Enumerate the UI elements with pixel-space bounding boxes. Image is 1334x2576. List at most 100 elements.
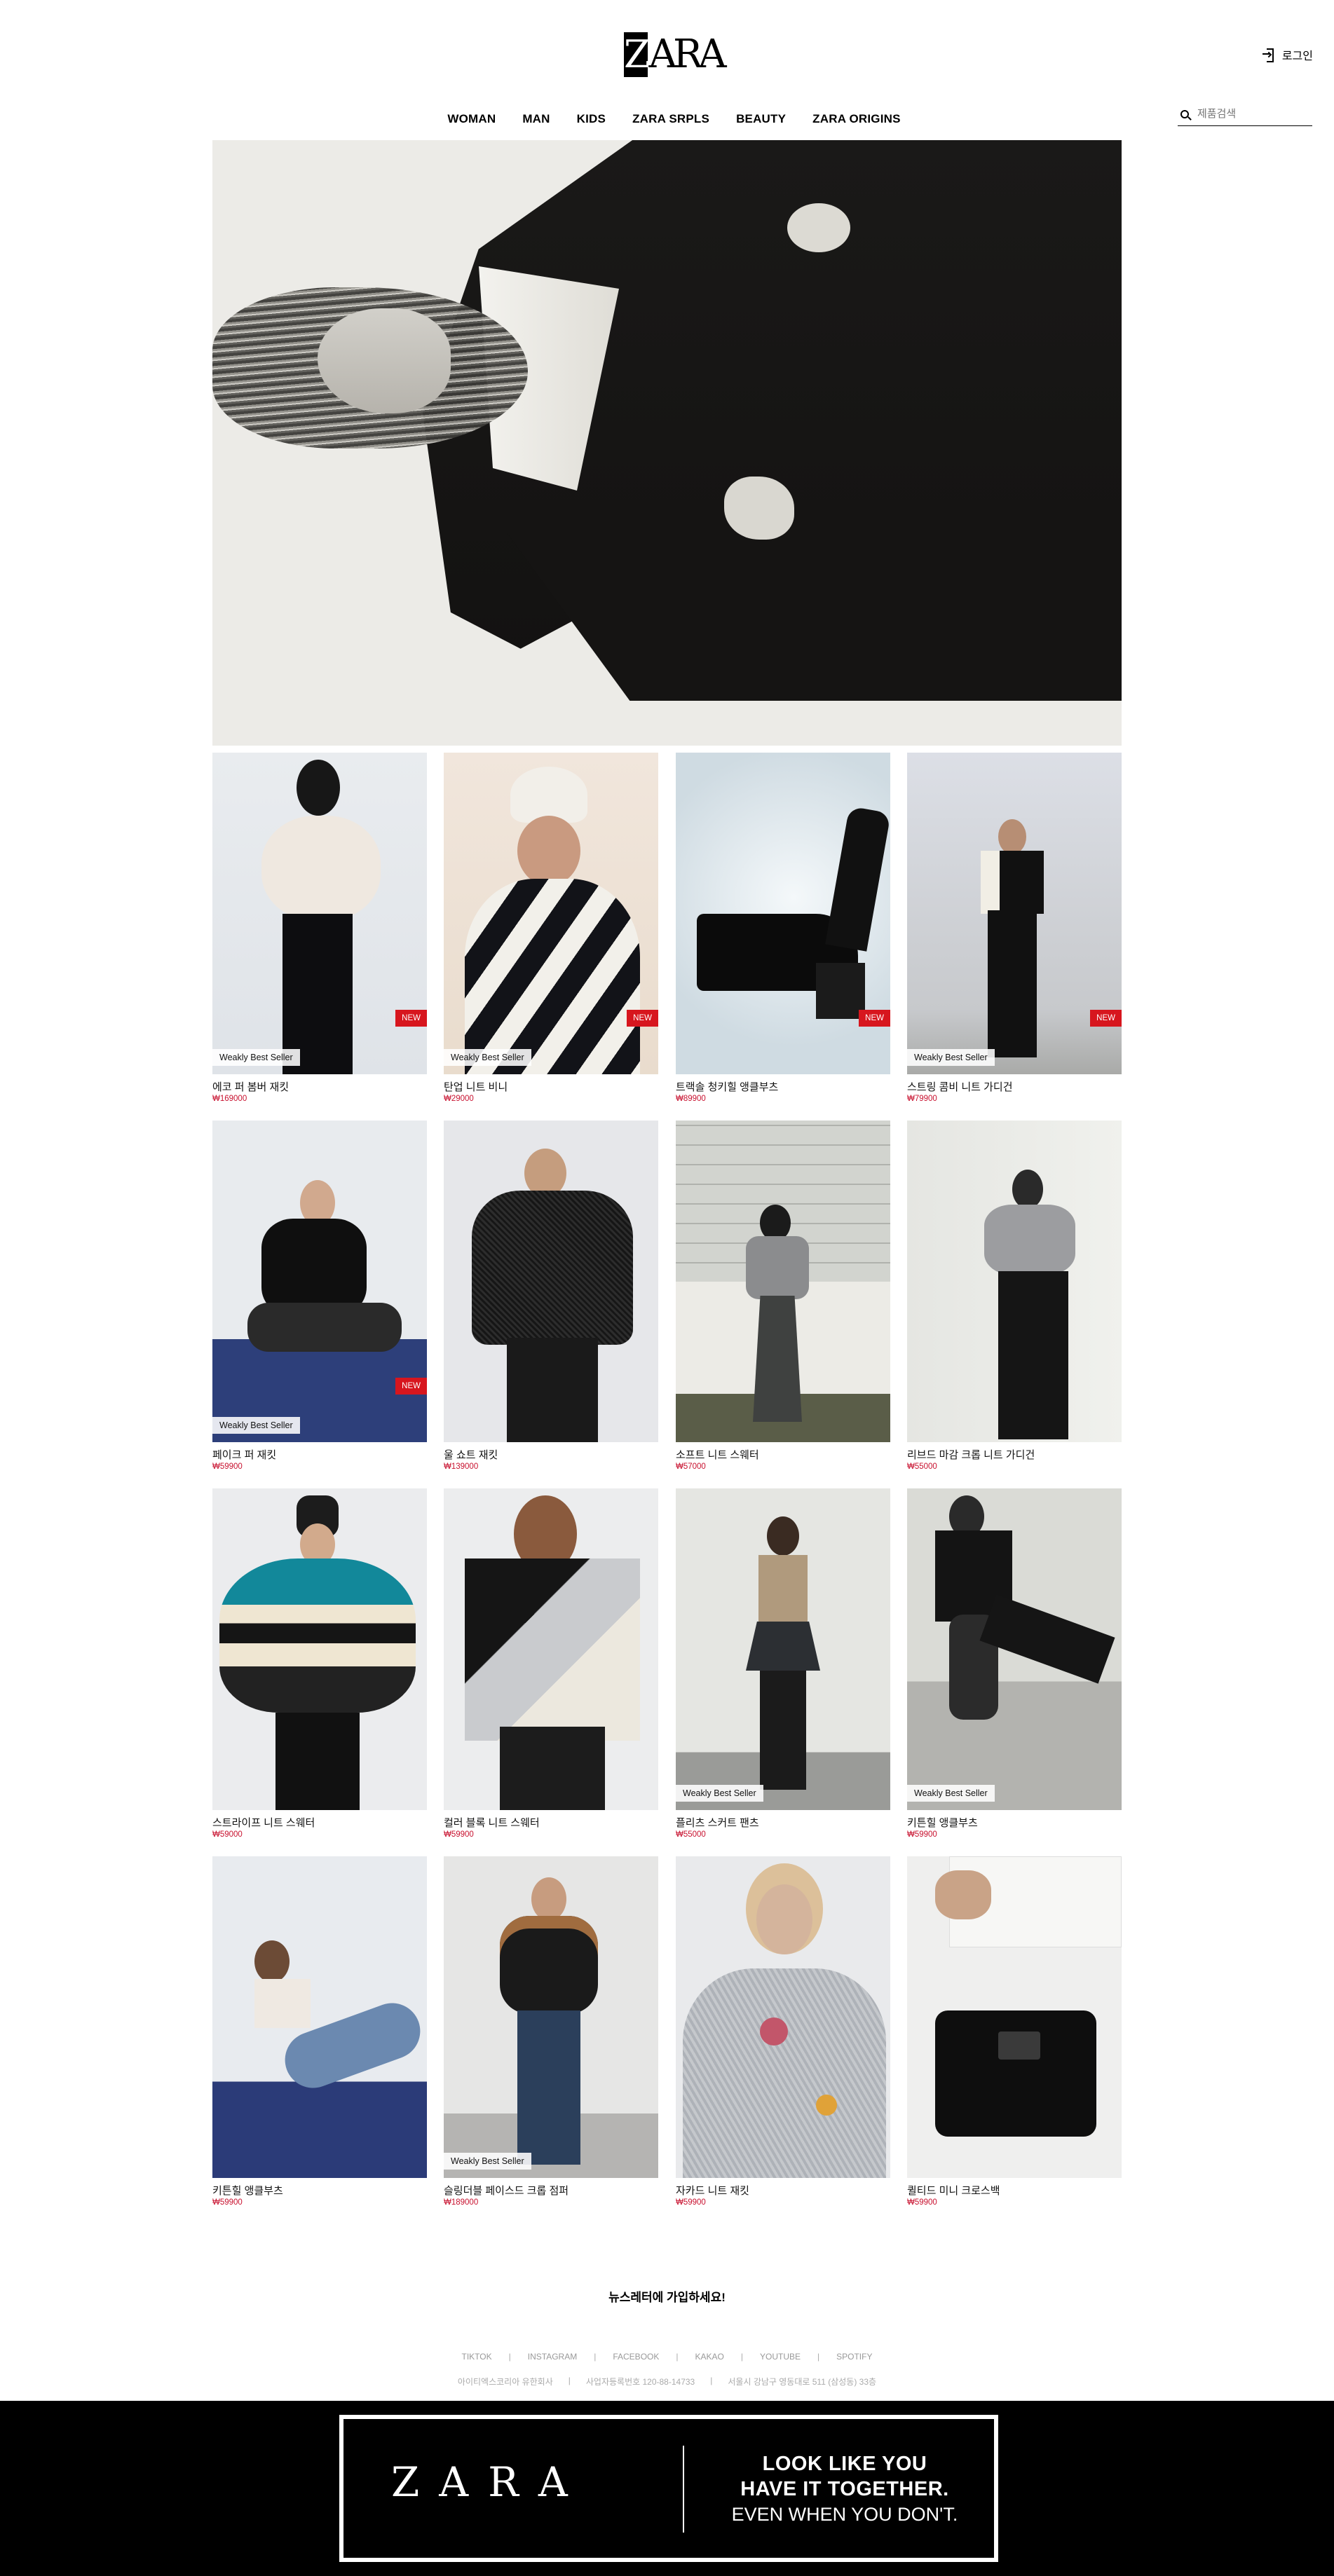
company-address: 서울시 강남구 영동대로 511 (삼성동) 33층 [728,2377,877,2387]
company-info: 아이티엑스코리아 유한회사 | 사업자등록번호 120-88-14733 | 서… [0,2376,1334,2387]
product-image: Weakly Best Seller [676,1488,890,1810]
new-badge: NEW [859,1010,890,1027]
product-price: ₩59900 [907,2198,937,2207]
nav-man[interactable]: MAN [522,112,550,126]
product-image [212,1856,427,2178]
product-price: ₩169000 [212,1095,247,1103]
product-name[interactable]: 페이크 퍼 재킷 [212,1447,276,1462]
nav-beauty[interactable]: BEAUTY [736,112,786,126]
social-youtube[interactable]: YOUTUBE [743,2352,817,2362]
product-price: ₩139000 [444,1462,479,1471]
product-card[interactable]: 자카드 니트 재킷 ₩59900 [676,1856,890,2221]
brand-banner[interactable]: ZARA LOOK LIKE YOU HAVE IT TOGETHER. EVE… [0,2401,1334,2576]
social-facebook[interactable]: FACEBOOK [596,2352,676,2362]
product-card[interactable]: 퀼티드 미니 크로스백 ₩59900 [907,1856,1122,2221]
nav-woman[interactable]: WOMAN [447,112,496,126]
nav-zara-origins[interactable]: ZARA ORIGINS [812,112,901,126]
social-instagram[interactable]: INSTAGRAM [511,2352,594,2362]
product-card[interactable]: 울 쇼트 재킷 ₩139000 [444,1121,658,1485]
slogan-line-2: HAVE IT TOGETHER. [740,2478,949,2500]
product-name[interactable]: 소프트 니트 스웨터 [676,1447,759,1462]
product-price: ₩89900 [676,1095,706,1103]
product-card[interactable]: Weakly Best Seller 키튼힐 앵클부츠 ₩59900 [907,1488,1122,1853]
product-card[interactable]: Weakly Best Seller NEW 스트링 콤비 니트 가디건 ₩79… [907,753,1122,1117]
product-card[interactable]: Weakly Best Seller 플리츠 스커트 팬츠 ₩55000 [676,1488,890,1853]
product-name[interactable]: 울 쇼트 재킷 [444,1447,498,1462]
product-name[interactable]: 컬러 블록 니트 스웨터 [444,1815,540,1830]
new-badge: NEW [1090,1010,1122,1027]
product-image [907,1121,1122,1442]
social-spotify[interactable]: SPOTIFY [819,2352,889,2362]
product-name[interactable]: 플리츠 스커트 팬츠 [676,1815,759,1830]
main-nav: WOMAN MAN KIDS ZARA SRPLS BEAUTY ZARA OR… [0,112,1334,126]
product-image [444,1121,658,1442]
product-name[interactable]: 퀼티드 미니 크로스백 [907,2183,1000,2198]
product-name[interactable]: 스트라이프 니트 스웨터 [212,1815,315,1830]
product-price: ₩55000 [907,1462,937,1471]
company-name: 아이티엑스코리아 유한회사 [457,2377,553,2387]
product-card[interactable]: 스트라이프 니트 스웨터 ₩59000 [212,1488,427,1853]
product-name[interactable]: 탄업 니트 비니 [444,1079,508,1094]
product-name[interactable]: 키튼힐 앵클부츠 [907,1815,978,1830]
social-tiktok[interactable]: TIKTOK [445,2352,509,2362]
login-label: 로그인 [1281,50,1313,62]
product-image: Weakly Best Seller [444,1856,658,2178]
product-price: ₩59900 [444,1830,474,1839]
logo-mark: Z [624,32,650,77]
product-image [212,1488,427,1810]
zara-logo[interactable]: Z ARA [624,31,727,78]
product-name[interactable]: 자카드 니트 재킷 [676,2183,749,2198]
banner-frame: ZARA LOOK LIKE YOU HAVE IT TOGETHER. EVE… [339,2415,998,2562]
login-icon [1262,48,1274,62]
product-card[interactable]: 리브드 마감 크롭 니트 가디건 ₩55000 [907,1121,1122,1485]
product-price: ₩59000 [212,1830,243,1839]
product-image: Weakly Best Seller NEW [907,753,1122,1074]
product-card[interactable]: Weakly Best Seller NEW 페이크 퍼 재킷 ₩59900 [212,1121,427,1485]
product-name[interactable]: 키튼힐 앵클부츠 [212,2183,283,2198]
business-registration: 사업자등록번호 120-88-14733 [585,2377,695,2387]
product-image: Weakly Best Seller NEW [212,1121,427,1442]
product-image: NEW [676,753,890,1074]
best-seller-badge: Weakly Best Seller [676,1785,763,1802]
product-price: ₩57000 [676,1462,706,1471]
nav-zara-srpls[interactable]: ZARA SRPLS [632,112,709,126]
product-card[interactable]: 컬러 블록 니트 스웨터 ₩59900 [444,1488,658,1853]
product-name[interactable]: 리브드 마감 크롭 니트 가디건 [907,1447,1035,1462]
best-seller-badge: Weakly Best Seller [907,1785,995,1802]
product-card[interactable]: Weakly Best Seller 슬링더블 페이스드 크롭 점퍼 ₩1890… [444,1856,658,2221]
product-price: ₩79900 [907,1095,937,1103]
product-card[interactable]: Weakly Best Seller NEW 에코 퍼 봄버 재킷 ₩16900… [212,753,427,1117]
product-price: ₩59900 [907,1830,937,1839]
product-price: ₩59900 [212,1462,243,1471]
product-name[interactable]: 트랙솔 청키힐 앵클부츠 [676,1079,778,1094]
product-price: ₩59900 [212,2198,243,2207]
newsletter-signup-link[interactable]: 뉴스레터에 가입하세요! [0,2287,1334,2305]
best-seller-badge: Weakly Best Seller [444,1049,531,1066]
site-header: Z ARA 로그인 WOMAN MAN KIDS ZARA SRPLS BEAU… [0,0,1334,140]
social-kakao[interactable]: KAKAO [679,2352,741,2362]
product-image [907,1856,1122,2178]
slogan-line-3: EVEN WHEN YOU DON'T. [731,2504,958,2525]
product-image [444,1488,658,1810]
product-image: Weakly Best Seller NEW [212,753,427,1074]
product-price: ₩29000 [444,1095,474,1103]
new-badge: NEW [395,1378,427,1395]
product-card[interactable]: 키튼힐 앵클부츠 ₩59900 [212,1856,427,2221]
product-card[interactable]: NEW 트랙솔 청키힐 앵클부츠 ₩89900 [676,753,890,1117]
best-seller-badge: Weakly Best Seller [444,2153,531,2170]
product-name[interactable]: 슬링더블 페이스드 크롭 점퍼 [444,2183,569,2198]
social-links: TIKTOK | INSTAGRAM | FACEBOOK | KAKAO | … [0,2352,1334,2362]
product-price: ₩59900 [676,2198,706,2207]
banner-logo: ZARA [391,2458,587,2506]
best-seller-badge: Weakly Best Seller [907,1049,995,1066]
best-seller-badge: Weakly Best Seller [212,1049,300,1066]
login-link[interactable]: 로그인 [1262,46,1313,63]
product-price: ₩55000 [676,1830,706,1839]
product-card[interactable]: 소프트 니트 스웨터 ₩57000 [676,1121,890,1485]
hero-image[interactable] [212,140,1122,746]
nav-kids[interactable]: KIDS [577,112,606,126]
product-card[interactable]: Weakly Best Seller NEW 탄업 니트 비니 ₩29000 [444,753,658,1117]
product-name[interactable]: 스트링 콤비 니트 가디건 [907,1079,1013,1094]
product-name[interactable]: 에코 퍼 봄버 재킷 [212,1079,289,1094]
banner-slogan: LOOK LIKE YOU HAVE IT TOGETHER. EVEN WHE… [729,2451,960,2527]
